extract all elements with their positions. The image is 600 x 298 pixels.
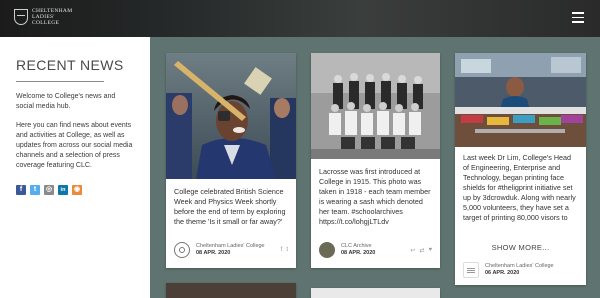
page-title: RECENT NEWS (16, 57, 124, 73)
post-author[interactable]: CLC Archive (341, 243, 404, 250)
news-card[interactable]: Last week Dr Lim, College's Head of Engi… (455, 53, 586, 285)
post-image (455, 53, 586, 147)
logo-line-3: COLLEGE (32, 20, 60, 26)
post-author[interactable]: Cheltenham Ladies' College (485, 263, 578, 270)
post-date: 06 APR. 2020 (485, 270, 520, 276)
instagram-icon (174, 242, 190, 258)
post-text: College celebrated British Science Week … (174, 187, 286, 226)
social-links: f t ◎ in ◉ (16, 185, 134, 195)
twitter-share-icon[interactable]: t (286, 247, 288, 253)
reply-icon[interactable]: ↩ (410, 247, 415, 254)
post-date: 08 APR. 2020 (341, 250, 376, 256)
instagram-icon[interactable]: ◎ (44, 185, 54, 195)
rss-icon[interactable]: ◉ (72, 185, 82, 195)
title-divider (16, 81, 104, 82)
college-avatar-icon (463, 262, 479, 278)
news-feed: College celebrated British Science Week … (150, 37, 600, 298)
hamburger-menu-icon[interactable] (572, 12, 584, 23)
facebook-share-icon[interactable]: f (281, 247, 283, 253)
post-author[interactable]: Cheltenham Ladies' College (196, 243, 275, 250)
show-more-link[interactable]: SHOW MORE... (455, 243, 586, 252)
news-card-partial[interactable] (311, 288, 440, 298)
post-footer: Cheltenham Ladies' College 06 APR. 2020 (463, 259, 578, 281)
linkedin-icon[interactable]: in (58, 185, 68, 195)
college-logo[interactable]: CHELTENHAM LADIES' COLLEGE (14, 8, 72, 26)
text-fade-overlay (455, 221, 586, 243)
facebook-icon[interactable]: f (16, 185, 26, 195)
post-image (311, 53, 440, 159)
news-card-partial[interactable] (166, 283, 296, 298)
retweet-icon[interactable]: ⇄ (419, 247, 424, 254)
twitter-icon[interactable]: t (30, 185, 40, 195)
sidebar: RECENT NEWS Welcome to College's news an… (0, 37, 150, 298)
post-footer: CLC Archive 08 APR. 2020 ↩ ⇄ ♥ (319, 239, 432, 261)
post-image (166, 53, 296, 179)
sidebar-description: Here you can find news about events and … (16, 122, 133, 169)
post-text: Lacrosse was first introduced at College… (319, 167, 431, 226)
avatar (319, 242, 335, 258)
crest-icon (14, 9, 28, 25)
post-date: 08 APR. 2020 (196, 250, 231, 256)
news-card[interactable]: Lacrosse was first introduced at College… (311, 53, 440, 268)
sidebar-intro: Welcome to College's news and social med… (16, 93, 116, 110)
post-footer: Cheltenham Ladies' College 08 APR. 2020 … (174, 239, 288, 261)
site-header: CHELTENHAM LADIES' COLLEGE (0, 0, 600, 37)
like-icon[interactable]: ♥ (428, 247, 432, 254)
news-card[interactable]: College celebrated British Science Week … (166, 53, 296, 268)
